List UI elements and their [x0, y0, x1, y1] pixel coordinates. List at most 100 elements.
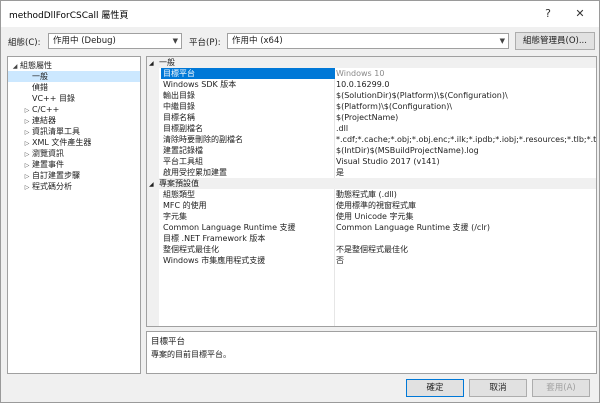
tree-item-label: 偵錯: [32, 83, 48, 92]
property-name: 平台工具組: [163, 157, 203, 166]
tree-item[interactable]: 偵錯: [8, 82, 140, 93]
description-panel: 目標平台 專案的目前目標平台。: [146, 331, 597, 374]
property-value[interactable]: *.cdf;*.cache;*.obj;*.obj.enc;*.ilk;*.ip…: [336, 134, 596, 145]
grid-category[interactable]: ◢ 一般: [147, 57, 596, 68]
property-name: 目標 .NET Framework 版本: [163, 234, 266, 243]
chevron-down-icon: ▼: [499, 37, 505, 45]
tree-item-label: 程式碼分析: [32, 182, 72, 191]
property-row[interactable]: 啟用受控累加建置 是: [147, 167, 596, 178]
platform-value: 作用中 (x64): [232, 36, 283, 46]
property-row[interactable]: Common Language Runtime 支援 Common Languag…: [147, 222, 596, 233]
property-name: 清除時要刪除的副檔名: [163, 135, 243, 144]
property-value[interactable]: 否: [336, 255, 596, 266]
property-row[interactable]: 目標 .NET Framework 版本: [147, 233, 596, 244]
property-value[interactable]: Visual Studio 2017 (v141): [336, 156, 596, 167]
property-pages-window: methodDllForCSCall 屬性頁 ? ✕ 組態(C): 作用中 (D…: [0, 0, 600, 403]
property-name: 字元集: [163, 212, 187, 221]
platform-label: 平台(P):: [189, 38, 221, 48]
platform-combo[interactable]: 作用中 (x64) ▼: [227, 33, 509, 49]
property-value[interactable]: $(ProjectName): [336, 112, 596, 123]
property-tree: ◢ 組態屬性 一般 偵錯 VC++ 目錄 ▷ C/C++ ▷ 連結器 ▷ 資訊清單工具 ▷ XML 文件…: [7, 56, 141, 374]
property-value[interactable]: Common Language Runtime 支援 (/clr): [336, 222, 596, 233]
tree-item-label: C/C++: [32, 105, 60, 114]
tree-item-label: XML 文件產生器: [32, 138, 92, 147]
property-row[interactable]: 目標名稱 $(ProjectName): [147, 112, 596, 123]
configuration-combo[interactable]: 作用中 (Debug) ▼: [48, 33, 182, 49]
close-button[interactable]: ✕: [569, 5, 591, 23]
property-value[interactable]: 10.0.16299.0: [336, 79, 596, 90]
tree-item[interactable]: ▷ C/C++: [8, 104, 140, 115]
description-text: 專案的目前目標平台。: [151, 350, 231, 359]
tree-item[interactable]: ▷ 瀏覽資訊: [8, 148, 140, 159]
property-row[interactable]: 建置記錄檔 $(IntDir)$(MSBuildProjectName).log: [147, 145, 596, 156]
property-value[interactable]: Windows 10: [336, 68, 596, 79]
ok-button[interactable]: 確定: [406, 379, 464, 397]
tree-item[interactable]: ▷ 建置事件: [8, 159, 140, 170]
property-value[interactable]: 是: [336, 167, 596, 178]
chevron-down-icon: ▼: [172, 37, 178, 45]
configuration-value: 作用中 (Debug): [53, 36, 116, 46]
window-title: methodDllForCSCall 屬性頁: [9, 11, 129, 21]
property-value[interactable]: 使用標準的視窗程式庫: [336, 200, 596, 211]
property-value[interactable]: $(Platform)\$(Configuration)\: [336, 101, 596, 112]
cancel-button[interactable]: 取消: [469, 379, 527, 397]
property-grid: ◢ 一般 目標平台 Windows 10 Windows SDK 版本 10.0.1629…: [146, 56, 597, 327]
property-name: 啟用受控累加建置: [163, 168, 227, 177]
property-name: 目標名稱: [163, 113, 195, 122]
property-name: 輸出目錄: [163, 91, 195, 100]
property-row[interactable]: 中繼目錄 $(Platform)\$(Configuration)\: [147, 101, 596, 112]
property-row[interactable]: MFC 的使用 使用標準的視窗程式庫: [147, 200, 596, 211]
property-name: 建置記錄檔: [163, 146, 203, 155]
tree-item[interactable]: ▷ 連結器: [8, 115, 140, 126]
tree-item[interactable]: ▷ 自訂建置步驟: [8, 170, 140, 181]
tree-item[interactable]: ◢ 組態屬性: [8, 60, 140, 71]
property-name: 中繼目錄: [163, 102, 195, 111]
configuration-manager-button[interactable]: 組態管理員(O)...: [515, 32, 595, 50]
property-row[interactable]: 清除時要刪除的副檔名 *.cdf;*.cache;*.obj;*.obj.enc;…: [147, 134, 596, 145]
tree-item[interactable]: 一般: [8, 71, 140, 82]
property-row[interactable]: 輸出目錄 $(SolutionDir)$(Platform)\$(Configur…: [147, 90, 596, 101]
property-row[interactable]: 目標平台 Windows 10: [147, 68, 596, 79]
property-value[interactable]: $(SolutionDir)$(Platform)\$(Configuratio…: [336, 90, 596, 101]
property-name: Windows 市集應用程式支援: [163, 256, 266, 265]
property-name: MFC 的使用: [163, 201, 207, 210]
property-name: 整個程式最佳化: [163, 245, 219, 254]
property-row[interactable]: 字元集 使用 Unicode 字元集: [147, 211, 596, 222]
property-row[interactable]: Windows 市集應用程式支援 否: [147, 255, 596, 266]
property-name: Windows SDK 版本: [163, 80, 237, 89]
property-value[interactable]: 動態程式庫 (.dll): [336, 189, 596, 200]
property-value[interactable]: 不是整個程式最佳化: [336, 244, 596, 255]
tree-item-label: 建置事件: [32, 160, 64, 169]
tree-item[interactable]: ▷ 資訊清單工具: [8, 126, 140, 137]
tree-item[interactable]: ▷ XML 文件產生器: [8, 137, 140, 148]
tree-item[interactable]: ▷ 程式碼分析: [8, 181, 140, 192]
property-row[interactable]: 平台工具組 Visual Studio 2017 (v141): [147, 156, 596, 167]
property-value[interactable]: $(IntDir)$(MSBuildProjectName).log: [336, 145, 596, 156]
property-value[interactable]: 使用 Unicode 字元集: [336, 211, 596, 222]
collapsed-arrow-icon[interactable]: ▷: [22, 182, 32, 193]
property-name: Common Language Runtime 支援: [163, 223, 296, 232]
grid-category[interactable]: ◢ 專案預設值: [147, 178, 596, 189]
title-bar: methodDllForCSCall 屬性頁 ? ✕: [1, 1, 599, 27]
property-row[interactable]: 目標副檔名 .dll: [147, 123, 596, 134]
property-name: 目標副檔名: [163, 124, 203, 133]
tree-item[interactable]: VC++ 目錄: [8, 93, 140, 104]
property-row[interactable]: 組態類型 動態程式庫 (.dll): [147, 189, 596, 200]
tree-item-label: 連結器: [32, 116, 56, 125]
description-title: 目標平台: [151, 337, 186, 347]
help-button[interactable]: ?: [537, 5, 559, 23]
tree-item-label: 一般: [32, 72, 48, 81]
tree-item-label: 資訊清單工具: [32, 127, 80, 136]
configuration-bar: 組態(C): 作用中 (Debug) ▼ 平台(P): 作用中 (x64) ▼ …: [1, 27, 599, 55]
configuration-label: 組態(C):: [8, 38, 41, 48]
tree-item-label: 組態屬性: [20, 61, 52, 70]
tree-item-label: 自訂建置步驟: [32, 171, 80, 180]
property-row[interactable]: Windows SDK 版本 10.0.16299.0: [147, 79, 596, 90]
property-value[interactable]: .dll: [336, 123, 596, 134]
apply-button[interactable]: 套用(A): [532, 379, 590, 397]
property-row[interactable]: 整個程式最佳化 不是整個程式最佳化: [147, 244, 596, 255]
grid-category-label: 專案預設值: [159, 179, 199, 188]
tree-item-label: 瀏覽資訊: [32, 149, 64, 158]
property-name: 目標平台: [161, 68, 335, 79]
grid-category-label: 一般: [159, 58, 175, 67]
